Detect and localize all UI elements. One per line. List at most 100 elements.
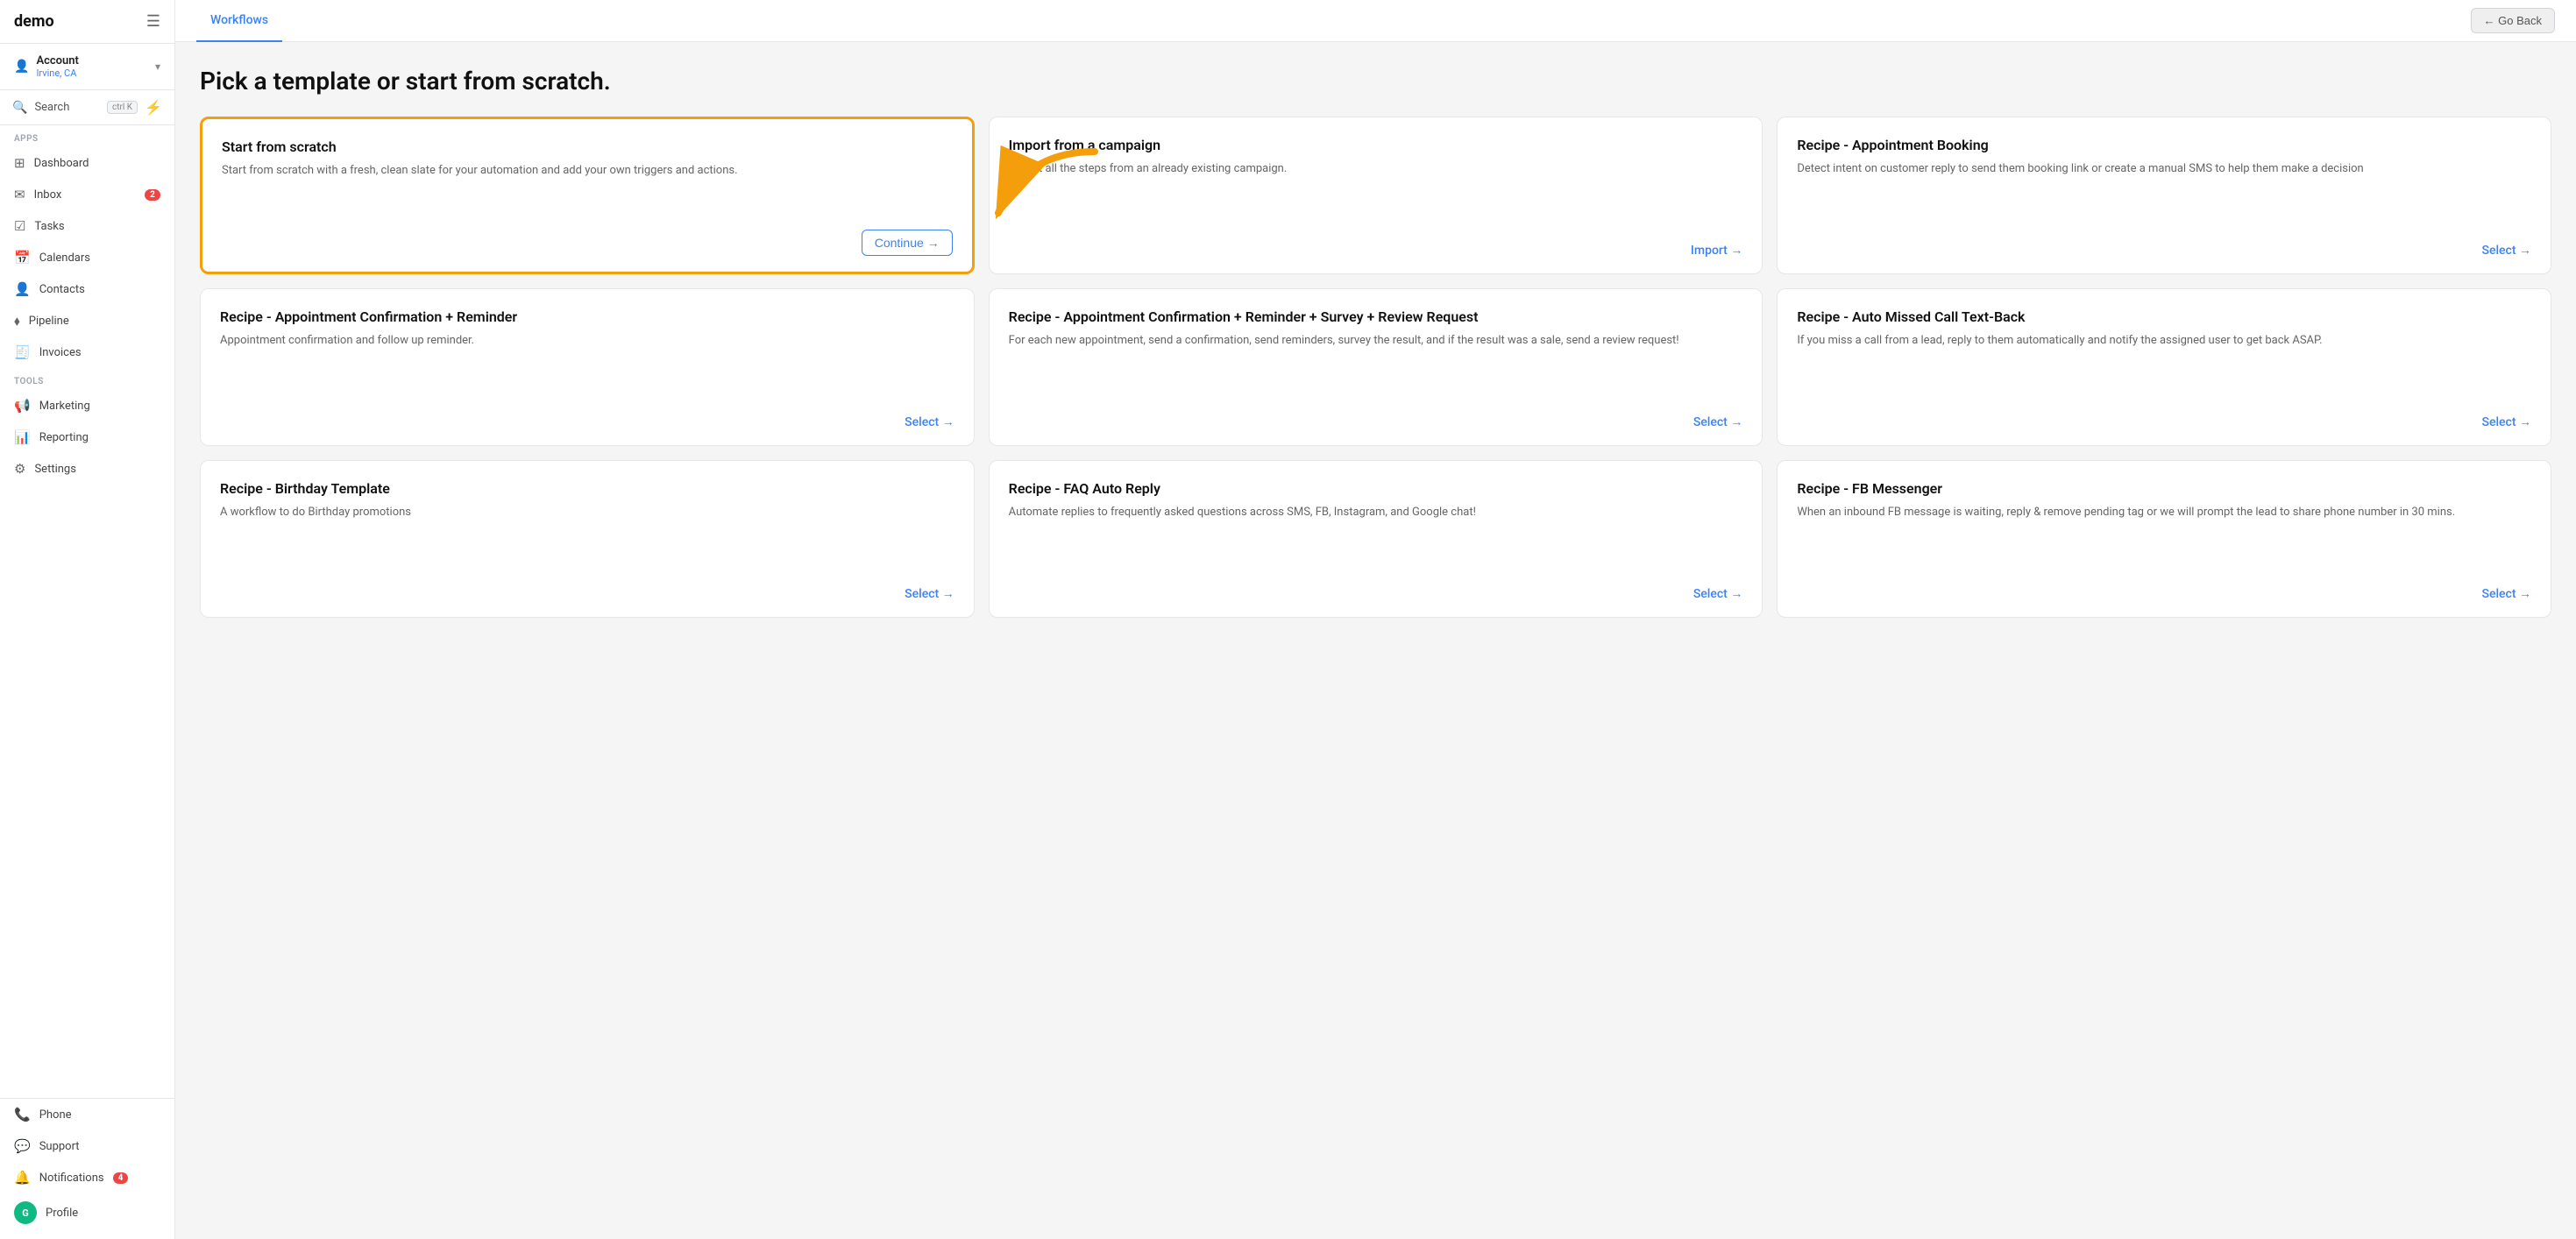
sidebar-item-label: Notifications: [39, 1172, 104, 1185]
continue-button[interactable]: Continue →: [862, 230, 953, 256]
sidebar-item-settings[interactable]: ⚙ Settings: [0, 453, 174, 485]
card-content: Recipe - Birthday Template A workflow to…: [220, 480, 954, 521]
search-icon: 🔍: [12, 101, 27, 115]
notifications-icon: 🔔: [14, 1170, 31, 1186]
sidebar-item-label: Pipeline: [29, 315, 160, 328]
sidebar-item-label: Calendars: [39, 251, 160, 265]
sidebar-item-pipeline[interactable]: ⬧ Pipeline: [0, 305, 174, 336]
select-action[interactable]: Select →: [220, 414, 954, 429]
sidebar-item-phone[interactable]: 📞 Phone: [0, 1099, 174, 1130]
card-title: Import from a campaign: [1009, 137, 1743, 153]
sidebar: demo ☰ 👤 Account Irvine, CA ▾ 🔍 Search c…: [0, 0, 175, 1239]
search-bar[interactable]: 🔍 Search ctrl K ⚡: [0, 90, 174, 125]
card-appointment-confirmation-reminder-survey[interactable]: Recipe - Appointment Confirmation + Remi…: [989, 288, 1763, 446]
card-content: Import from a campaign Import all the st…: [1009, 137, 1743, 178]
calendars-icon: 📅: [14, 250, 31, 266]
card-title: Recipe - Auto Missed Call Text-Back: [1797, 308, 2531, 325]
account-location: Irvine, CA: [36, 67, 78, 79]
sidebar-item-label: Profile: [46, 1207, 78, 1220]
card-import-from-campaign[interactable]: Import from a campaign Import all the st…: [989, 117, 1763, 274]
sidebar-item-contacts[interactable]: 👤 Contacts: [0, 273, 174, 305]
select-action[interactable]: Select →: [1009, 586, 1743, 601]
logo: demo: [14, 12, 54, 31]
search-shortcut: ctrl K: [107, 101, 138, 114]
card-desc: If you miss a call from a lead, reply to…: [1797, 332, 2531, 350]
card-title: Recipe - FB Messenger: [1797, 480, 2531, 497]
sidebar-item-dashboard[interactable]: ⊞ Dashboard: [0, 147, 174, 179]
go-back-button[interactable]: ← Go Back: [2471, 8, 2555, 33]
support-icon: 💬: [14, 1138, 31, 1154]
select-action[interactable]: Select →: [1009, 414, 1743, 429]
card-auto-missed-call[interactable]: Recipe - Auto Missed Call Text-Back If y…: [1777, 288, 2551, 446]
sidebar-item-label: Inbox: [34, 188, 136, 202]
sidebar-header: demo ☰: [0, 0, 174, 44]
sidebar-item-label: Settings: [34, 463, 160, 476]
card-birthday-template[interactable]: Recipe - Birthday Template A workflow to…: [200, 460, 975, 618]
contacts-icon: 👤: [14, 281, 31, 297]
card-fb-messenger[interactable]: Recipe - FB Messenger When an inbound FB…: [1777, 460, 2551, 618]
card-appointment-confirmation-reminder[interactable]: Recipe - Appointment Confirmation + Remi…: [200, 288, 975, 446]
card-content: Recipe - Appointment Confirmation + Remi…: [1009, 308, 1743, 350]
card-content: Recipe - Appointment Confirmation + Remi…: [220, 308, 954, 350]
sidebar-item-label: Contacts: [39, 283, 160, 296]
settings-icon: ⚙: [14, 461, 25, 477]
sidebar-item-inbox[interactable]: ✉ Inbox 2: [0, 179, 174, 210]
sidebar-item-support[interactable]: 💬 Support: [0, 1130, 174, 1162]
card-desc: Import all the steps from an already exi…: [1009, 160, 1743, 178]
card-content: Recipe - Auto Missed Call Text-Back If y…: [1797, 308, 2531, 350]
card-title: Recipe - Appointment Booking: [1797, 137, 2531, 153]
account-info: 👤 Account Irvine, CA: [14, 54, 79, 79]
card-title: Recipe - Appointment Confirmation + Remi…: [220, 308, 954, 325]
account-icon: 👤: [14, 60, 29, 74]
select-action[interactable]: Select →: [1797, 586, 2531, 601]
card-title: Recipe - Appointment Confirmation + Remi…: [1009, 308, 1743, 325]
pipeline-icon: ⬧: [14, 313, 20, 329]
search-label: Search: [34, 101, 100, 114]
main-area: Workflows ← Go Back Pick a template or s…: [175, 0, 2576, 1239]
sidebar-item-reporting[interactable]: 📊 Reporting: [0, 421, 174, 453]
card-content: Recipe - FAQ Auto Reply Automate replies…: [1009, 480, 1743, 521]
tab-workflows[interactable]: Workflows: [196, 0, 282, 42]
notifications-badge: 4: [113, 1172, 129, 1184]
card-desc: When an inbound FB message is waiting, r…: [1797, 504, 2531, 521]
template-grid: Start from scratch Start from scratch wi…: [200, 117, 2551, 618]
card-title: Recipe - Birthday Template: [220, 480, 954, 497]
select-action[interactable]: Select →: [220, 586, 954, 601]
content-area: Pick a template or start from scratch. S…: [175, 42, 2576, 1239]
import-action[interactable]: Import →: [1009, 243, 1743, 258]
sidebar-item-label: Marketing: [39, 400, 160, 413]
topnav: Workflows ← Go Back: [175, 0, 2576, 42]
card-desc: For each new appointment, send a confirm…: [1009, 332, 1743, 350]
sidebar-item-label: Reporting: [39, 431, 160, 444]
account-name: Account: [36, 54, 78, 67]
card-desc: Automate replies to frequently asked que…: [1009, 504, 1743, 521]
dashboard-icon: ⊞: [14, 155, 25, 171]
sidebar-item-notifications[interactable]: 🔔 Notifications 4: [0, 1162, 174, 1193]
avatar: G: [14, 1201, 37, 1224]
inbox-icon: ✉: [14, 187, 25, 202]
tools-section-label: Tools: [0, 368, 174, 390]
sidebar-item-marketing[interactable]: 📢 Marketing: [0, 390, 174, 421]
card-faq-auto-reply[interactable]: Recipe - FAQ Auto Reply Automate replies…: [989, 460, 1763, 618]
account-text: Account Irvine, CA: [36, 54, 78, 79]
select-action[interactable]: Select →: [1797, 243, 2531, 258]
card-content: Start from scratch Start from scratch wi…: [222, 138, 953, 180]
sidebar-item-label: Dashboard: [34, 157, 160, 170]
card-content: Recipe - Appointment Booking Detect inte…: [1797, 137, 2531, 178]
card-start-from-scratch[interactable]: Start from scratch Start from scratch wi…: [200, 117, 975, 274]
sidebar-item-label: Support: [39, 1140, 80, 1153]
account-switcher[interactable]: 👤 Account Irvine, CA ▾: [0, 44, 174, 90]
hamburger-icon[interactable]: ☰: [146, 12, 160, 31]
card-content: Recipe - FB Messenger When an inbound FB…: [1797, 480, 2531, 521]
select-action[interactable]: Select →: [1797, 414, 2531, 429]
inbox-badge: 2: [145, 189, 160, 201]
card-desc: Start from scratch with a fresh, clean s…: [222, 162, 953, 180]
sidebar-item-tasks[interactable]: ☑ Tasks: [0, 210, 174, 242]
sidebar-item-calendars[interactable]: 📅 Calendars: [0, 242, 174, 273]
sidebar-item-invoices[interactable]: 🧾 Invoices: [0, 336, 174, 368]
page-title: Pick a template or start from scratch.: [200, 67, 2551, 96]
add-icon[interactable]: ⚡: [145, 99, 162, 116]
sidebar-item-profile[interactable]: G Profile: [0, 1193, 174, 1232]
phone-icon: 📞: [14, 1107, 31, 1122]
card-appointment-booking[interactable]: Recipe - Appointment Booking Detect inte…: [1777, 117, 2551, 274]
